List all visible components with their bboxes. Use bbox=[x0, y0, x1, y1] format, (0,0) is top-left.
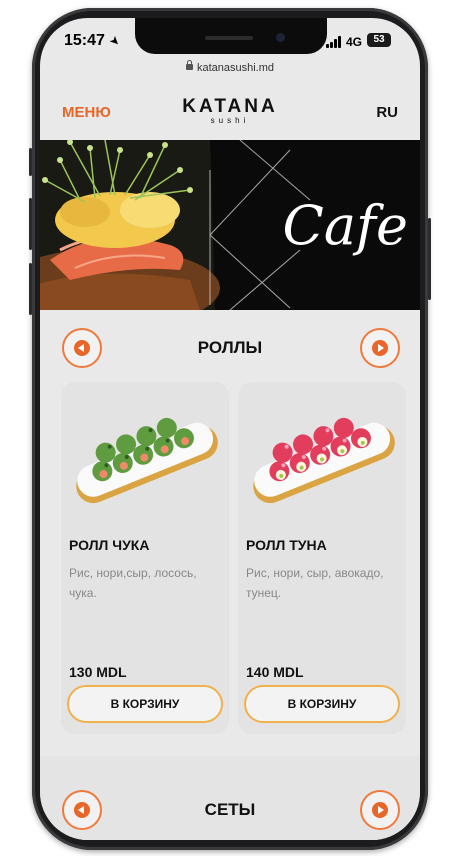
arrow-right-icon bbox=[372, 802, 388, 818]
product-name: РОЛЛ ТУНА bbox=[246, 537, 327, 553]
next-category-button[interactable] bbox=[360, 328, 400, 368]
sets-section: СЕТЫ bbox=[40, 756, 420, 840]
cellular-signal-icon bbox=[326, 36, 344, 48]
site-header: МЕНЮ KATANA sushi RU bbox=[40, 90, 420, 138]
product-name: РОЛЛ ЧУКА bbox=[69, 537, 150, 553]
lock-icon bbox=[185, 60, 193, 70]
logo-main-text: KATANA bbox=[182, 96, 278, 117]
notch bbox=[135, 18, 327, 54]
phone-screen: 15:47 ➤ 4G 53 katanasushi.md МЕНЮ KATANA… bbox=[40, 18, 420, 840]
product-price: 140 MDL bbox=[246, 664, 304, 680]
side-button-silent bbox=[29, 148, 32, 176]
network-type: 4G bbox=[346, 35, 363, 49]
hero-cafe-text: Cafe bbox=[282, 194, 408, 257]
katana-logo[interactable]: KATANA sushi bbox=[180, 96, 280, 125]
side-button-volume-up bbox=[29, 198, 32, 250]
location-arrow-icon: ➤ bbox=[106, 32, 124, 50]
add-to-cart-button[interactable]: В КОРЗИНУ bbox=[67, 685, 223, 723]
language-switcher[interactable]: RU bbox=[376, 104, 398, 121]
next-category-button[interactable] bbox=[360, 790, 400, 830]
hero-banner: Cafe bbox=[40, 140, 420, 310]
browser-url-bar[interactable]: katanasushi.md bbox=[40, 60, 420, 82]
category-nav-sets: СЕТЫ bbox=[40, 790, 420, 834]
product-image-roll-tuna bbox=[253, 417, 395, 504]
side-button-volume-down bbox=[29, 263, 32, 315]
speaker bbox=[205, 36, 253, 40]
battery-icon: 53 bbox=[367, 33, 391, 47]
product-description: Рис, нори,сыр, лосось, чука. bbox=[69, 566, 197, 600]
product-card[interactable]: РОЛЛ ЧУКА Рис, нори,сыр, лосось, чука. 1… bbox=[61, 382, 229, 734]
category-nav-rolls: РОЛЛЫ bbox=[40, 328, 420, 372]
side-button-power bbox=[428, 218, 431, 300]
product-image-roll-chuka bbox=[76, 417, 218, 504]
front-camera bbox=[276, 33, 285, 42]
add-to-cart-button[interactable]: В КОРЗИНУ bbox=[244, 685, 400, 723]
product-description: Рис, нори, сыр, авокадо, тунец. bbox=[246, 566, 384, 600]
product-price: 130 MDL bbox=[69, 664, 127, 680]
arrow-right-icon bbox=[372, 340, 388, 356]
product-card[interactable]: РОЛЛ ТУНА Рис, нори, сыр, авокадо, тунец… bbox=[238, 382, 406, 734]
status-time: 15:47 bbox=[64, 32, 105, 49]
menu-link[interactable]: МЕНЮ bbox=[62, 104, 111, 121]
url-text: katanasushi.md bbox=[196, 62, 275, 74]
